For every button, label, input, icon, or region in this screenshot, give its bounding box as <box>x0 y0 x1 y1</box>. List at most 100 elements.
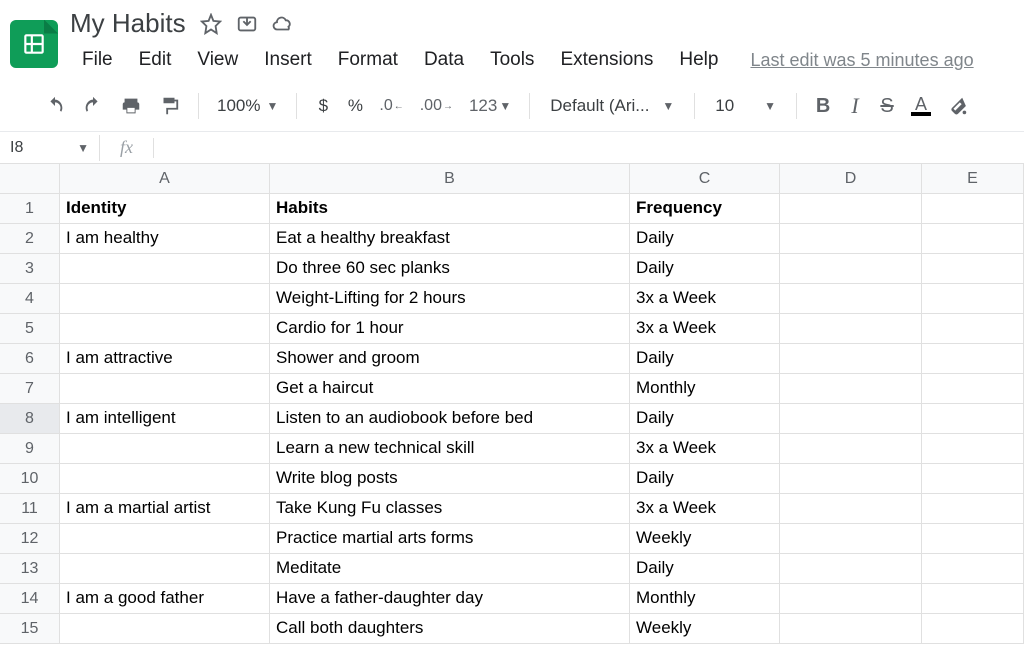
fill-color-button[interactable] <box>941 91 975 121</box>
cell-B15[interactable]: Call both daughters <box>270 614 630 644</box>
cell-A7[interactable] <box>60 374 270 404</box>
menu-data[interactable]: Data <box>412 45 476 75</box>
row-header-6[interactable]: 6 <box>0 344 60 374</box>
decrease-decimal-button[interactable]: .0← <box>373 91 409 121</box>
cell-C12[interactable]: Weekly <box>630 524 780 554</box>
star-icon[interactable] <box>200 13 222 35</box>
row-header-2[interactable]: 2 <box>0 224 60 254</box>
cell-C1[interactable]: Frequency <box>630 194 780 224</box>
cell-B12[interactable]: Practice martial arts forms <box>270 524 630 554</box>
cell-E15[interactable] <box>922 614 1024 644</box>
cell-C7[interactable]: Monthly <box>630 374 780 404</box>
column-header-A[interactable]: A <box>60 164 270 194</box>
column-header-E[interactable]: E <box>922 164 1024 194</box>
cell-E6[interactable] <box>922 344 1024 374</box>
undo-icon[interactable] <box>38 91 72 121</box>
cell-E2[interactable] <box>922 224 1024 254</box>
increase-decimal-button[interactable]: .00→ <box>414 91 459 121</box>
cell-C9[interactable]: 3x a Week <box>630 434 780 464</box>
cell-E8[interactable] <box>922 404 1024 434</box>
cell-E13[interactable] <box>922 554 1024 584</box>
cell-B9[interactable]: Learn a new technical skill <box>270 434 630 464</box>
cell-B6[interactable]: Shower and groom <box>270 344 630 374</box>
cell-E7[interactable] <box>922 374 1024 404</box>
cell-D15[interactable] <box>780 614 922 644</box>
cell-A12[interactable] <box>60 524 270 554</box>
row-header-12[interactable]: 12 <box>0 524 60 554</box>
cell-A1[interactable]: Identity <box>60 194 270 224</box>
text-color-button[interactable]: A <box>905 91 937 121</box>
cell-B10[interactable]: Write blog posts <box>270 464 630 494</box>
last-edit-link[interactable]: Last edit was 5 minutes ago <box>750 50 973 71</box>
cell-A3[interactable] <box>60 254 270 284</box>
cell-B5[interactable]: Cardio for 1 hour <box>270 314 630 344</box>
cell-C8[interactable]: Daily <box>630 404 780 434</box>
cell-A14[interactable]: I am a good father <box>60 584 270 614</box>
cell-D6[interactable] <box>780 344 922 374</box>
cell-D11[interactable] <box>780 494 922 524</box>
redo-icon[interactable] <box>76 91 110 121</box>
cell-A15[interactable] <box>60 614 270 644</box>
menu-insert[interactable]: Insert <box>252 45 324 75</box>
menu-format[interactable]: Format <box>326 45 410 75</box>
name-box[interactable]: I8▼ <box>0 135 100 161</box>
document-title[interactable]: My Habits <box>70 8 186 39</box>
row-header-5[interactable]: 5 <box>0 314 60 344</box>
cell-B3[interactable]: Do three 60 sec planks <box>270 254 630 284</box>
paint-format-icon[interactable] <box>152 91 186 121</box>
cell-D8[interactable] <box>780 404 922 434</box>
italic-button[interactable]: I <box>841 91 869 121</box>
cell-C3[interactable]: Daily <box>630 254 780 284</box>
cell-D13[interactable] <box>780 554 922 584</box>
row-header-11[interactable]: 11 <box>0 494 60 524</box>
cell-A6[interactable]: I am attractive <box>60 344 270 374</box>
cell-C4[interactable]: 3x a Week <box>630 284 780 314</box>
cell-B14[interactable]: Have a father-daughter day <box>270 584 630 614</box>
move-icon[interactable] <box>236 13 258 35</box>
menu-edit[interactable]: Edit <box>127 45 184 75</box>
row-header-13[interactable]: 13 <box>0 554 60 584</box>
cell-C6[interactable]: Daily <box>630 344 780 374</box>
cell-E1[interactable] <box>922 194 1024 224</box>
menu-tools[interactable]: Tools <box>478 45 546 75</box>
row-header-15[interactable]: 15 <box>0 614 60 644</box>
sheets-logo-icon[interactable] <box>10 20 58 68</box>
cell-D10[interactable] <box>780 464 922 494</box>
cell-D12[interactable] <box>780 524 922 554</box>
cell-E4[interactable] <box>922 284 1024 314</box>
cell-A2[interactable]: I am healthy <box>60 224 270 254</box>
cell-D7[interactable] <box>780 374 922 404</box>
cell-A13[interactable] <box>60 554 270 584</box>
cell-C13[interactable]: Daily <box>630 554 780 584</box>
cell-E11[interactable] <box>922 494 1024 524</box>
spreadsheet-grid[interactable]: 123456789101112131415 ABCDE IdentityHabi… <box>0 164 1024 644</box>
cell-D5[interactable] <box>780 314 922 344</box>
cell-E5[interactable] <box>922 314 1024 344</box>
cell-A5[interactable] <box>60 314 270 344</box>
cell-D3[interactable] <box>780 254 922 284</box>
cell-D9[interactable] <box>780 434 922 464</box>
cell-E9[interactable] <box>922 434 1024 464</box>
row-header-8[interactable]: 8 <box>0 404 60 434</box>
column-header-D[interactable]: D <box>780 164 922 194</box>
cell-E10[interactable] <box>922 464 1024 494</box>
column-header-B[interactable]: B <box>270 164 630 194</box>
row-header-7[interactable]: 7 <box>0 374 60 404</box>
cell-C11[interactable]: 3x a Week <box>630 494 780 524</box>
zoom-dropdown[interactable]: 100%▼ <box>211 92 284 120</box>
cell-D14[interactable] <box>780 584 922 614</box>
font-size-dropdown[interactable]: 10▼ <box>707 92 784 120</box>
cell-B11[interactable]: Take Kung Fu classes <box>270 494 630 524</box>
cell-C2[interactable]: Daily <box>630 224 780 254</box>
strikethrough-button[interactable]: S <box>873 91 901 121</box>
bold-button[interactable]: B <box>809 91 837 121</box>
column-header-C[interactable]: C <box>630 164 780 194</box>
cell-C14[interactable]: Monthly <box>630 584 780 614</box>
menu-view[interactable]: View <box>185 45 250 75</box>
cell-B1[interactable]: Habits <box>270 194 630 224</box>
more-formats-dropdown[interactable]: 123▼ <box>463 91 517 121</box>
menu-help[interactable]: Help <box>667 45 730 75</box>
row-header-4[interactable]: 4 <box>0 284 60 314</box>
cell-C10[interactable]: Daily <box>630 464 780 494</box>
row-header-3[interactable]: 3 <box>0 254 60 284</box>
